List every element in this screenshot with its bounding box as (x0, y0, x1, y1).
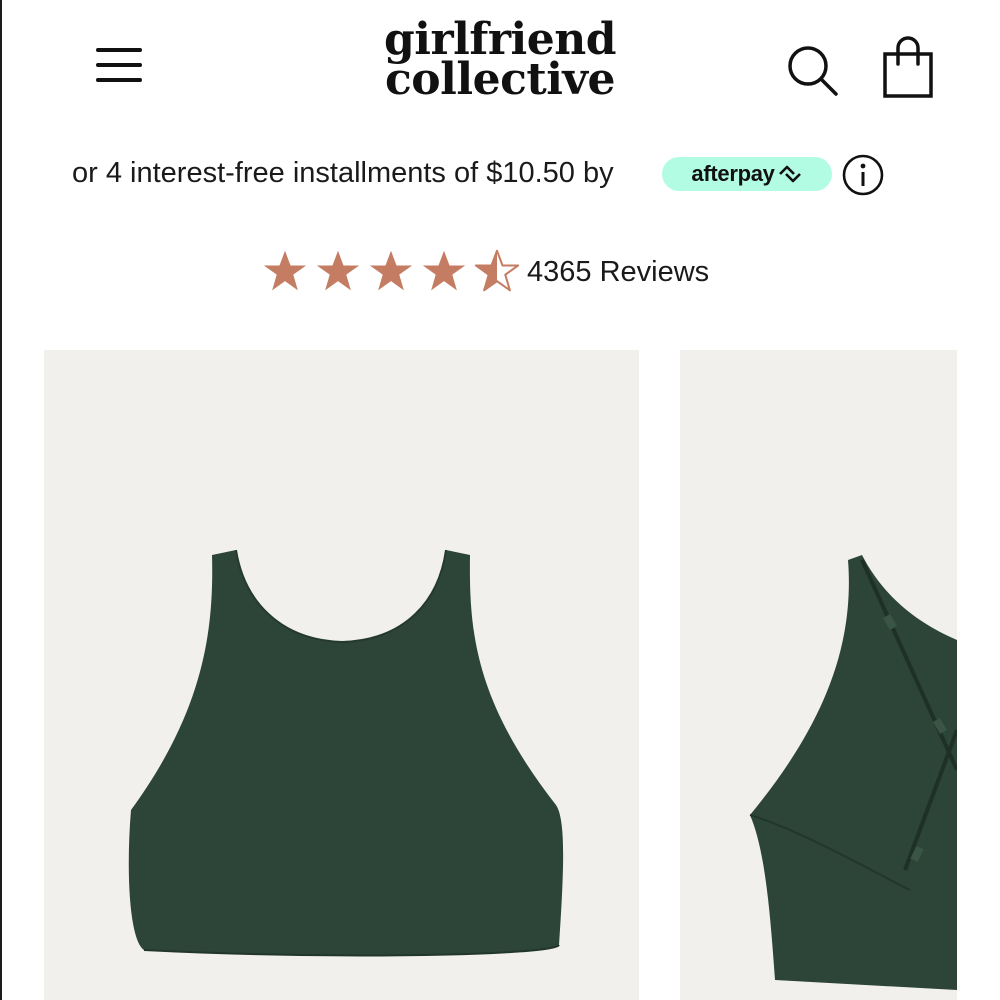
afterpay-badge[interactable]: afterpay (662, 157, 832, 191)
star-full-icon (369, 250, 413, 291)
shopping-bag-button[interactable] (876, 30, 940, 102)
search-icon (788, 46, 838, 96)
product-rating: 4365 Reviews (0, 246, 1000, 302)
shopping-bag-icon (883, 36, 933, 98)
search-button[interactable] (784, 42, 840, 98)
reviews-count-link[interactable]: 4365 Reviews (527, 254, 709, 290)
product-page: girlfriend collective or 4 interest-free… (0, 0, 1000, 1000)
hamburger-menu-icon-bar (96, 78, 142, 82)
tank-bra-back-image (749, 555, 957, 990)
star-half-icon (474, 249, 520, 292)
hamburger-menu-icon-bar (96, 48, 142, 52)
brand-logo[interactable]: girlfriend collective (340, 18, 660, 105)
star-full-icon (263, 250, 307, 291)
afterpay-arrows-icon (778, 165, 801, 183)
product-image-front[interactable] (44, 350, 639, 1000)
installments-text: or 4 interest-free installments of $10.5… (72, 157, 614, 189)
star-rating[interactable] (262, 248, 527, 298)
site-header: girlfriend collective (0, 0, 1000, 130)
product-image-back[interactable] (680, 350, 957, 1000)
info-icon (842, 154, 884, 196)
product-image-gallery (0, 350, 1000, 1000)
afterpay-badge-label: afterpay (691, 161, 775, 186)
hamburger-menu-button[interactable] (90, 42, 148, 90)
brand-logo-line-2: collective (385, 54, 615, 105)
afterpay-info-button[interactable] (842, 154, 884, 196)
tank-bra-front-image (128, 549, 564, 957)
star-full-icon (316, 250, 360, 291)
afterpay-installments-row: or 4 interest-free installments of $10.5… (0, 148, 1000, 202)
star-full-icon (422, 250, 466, 291)
hamburger-menu-icon-bar (96, 63, 142, 67)
